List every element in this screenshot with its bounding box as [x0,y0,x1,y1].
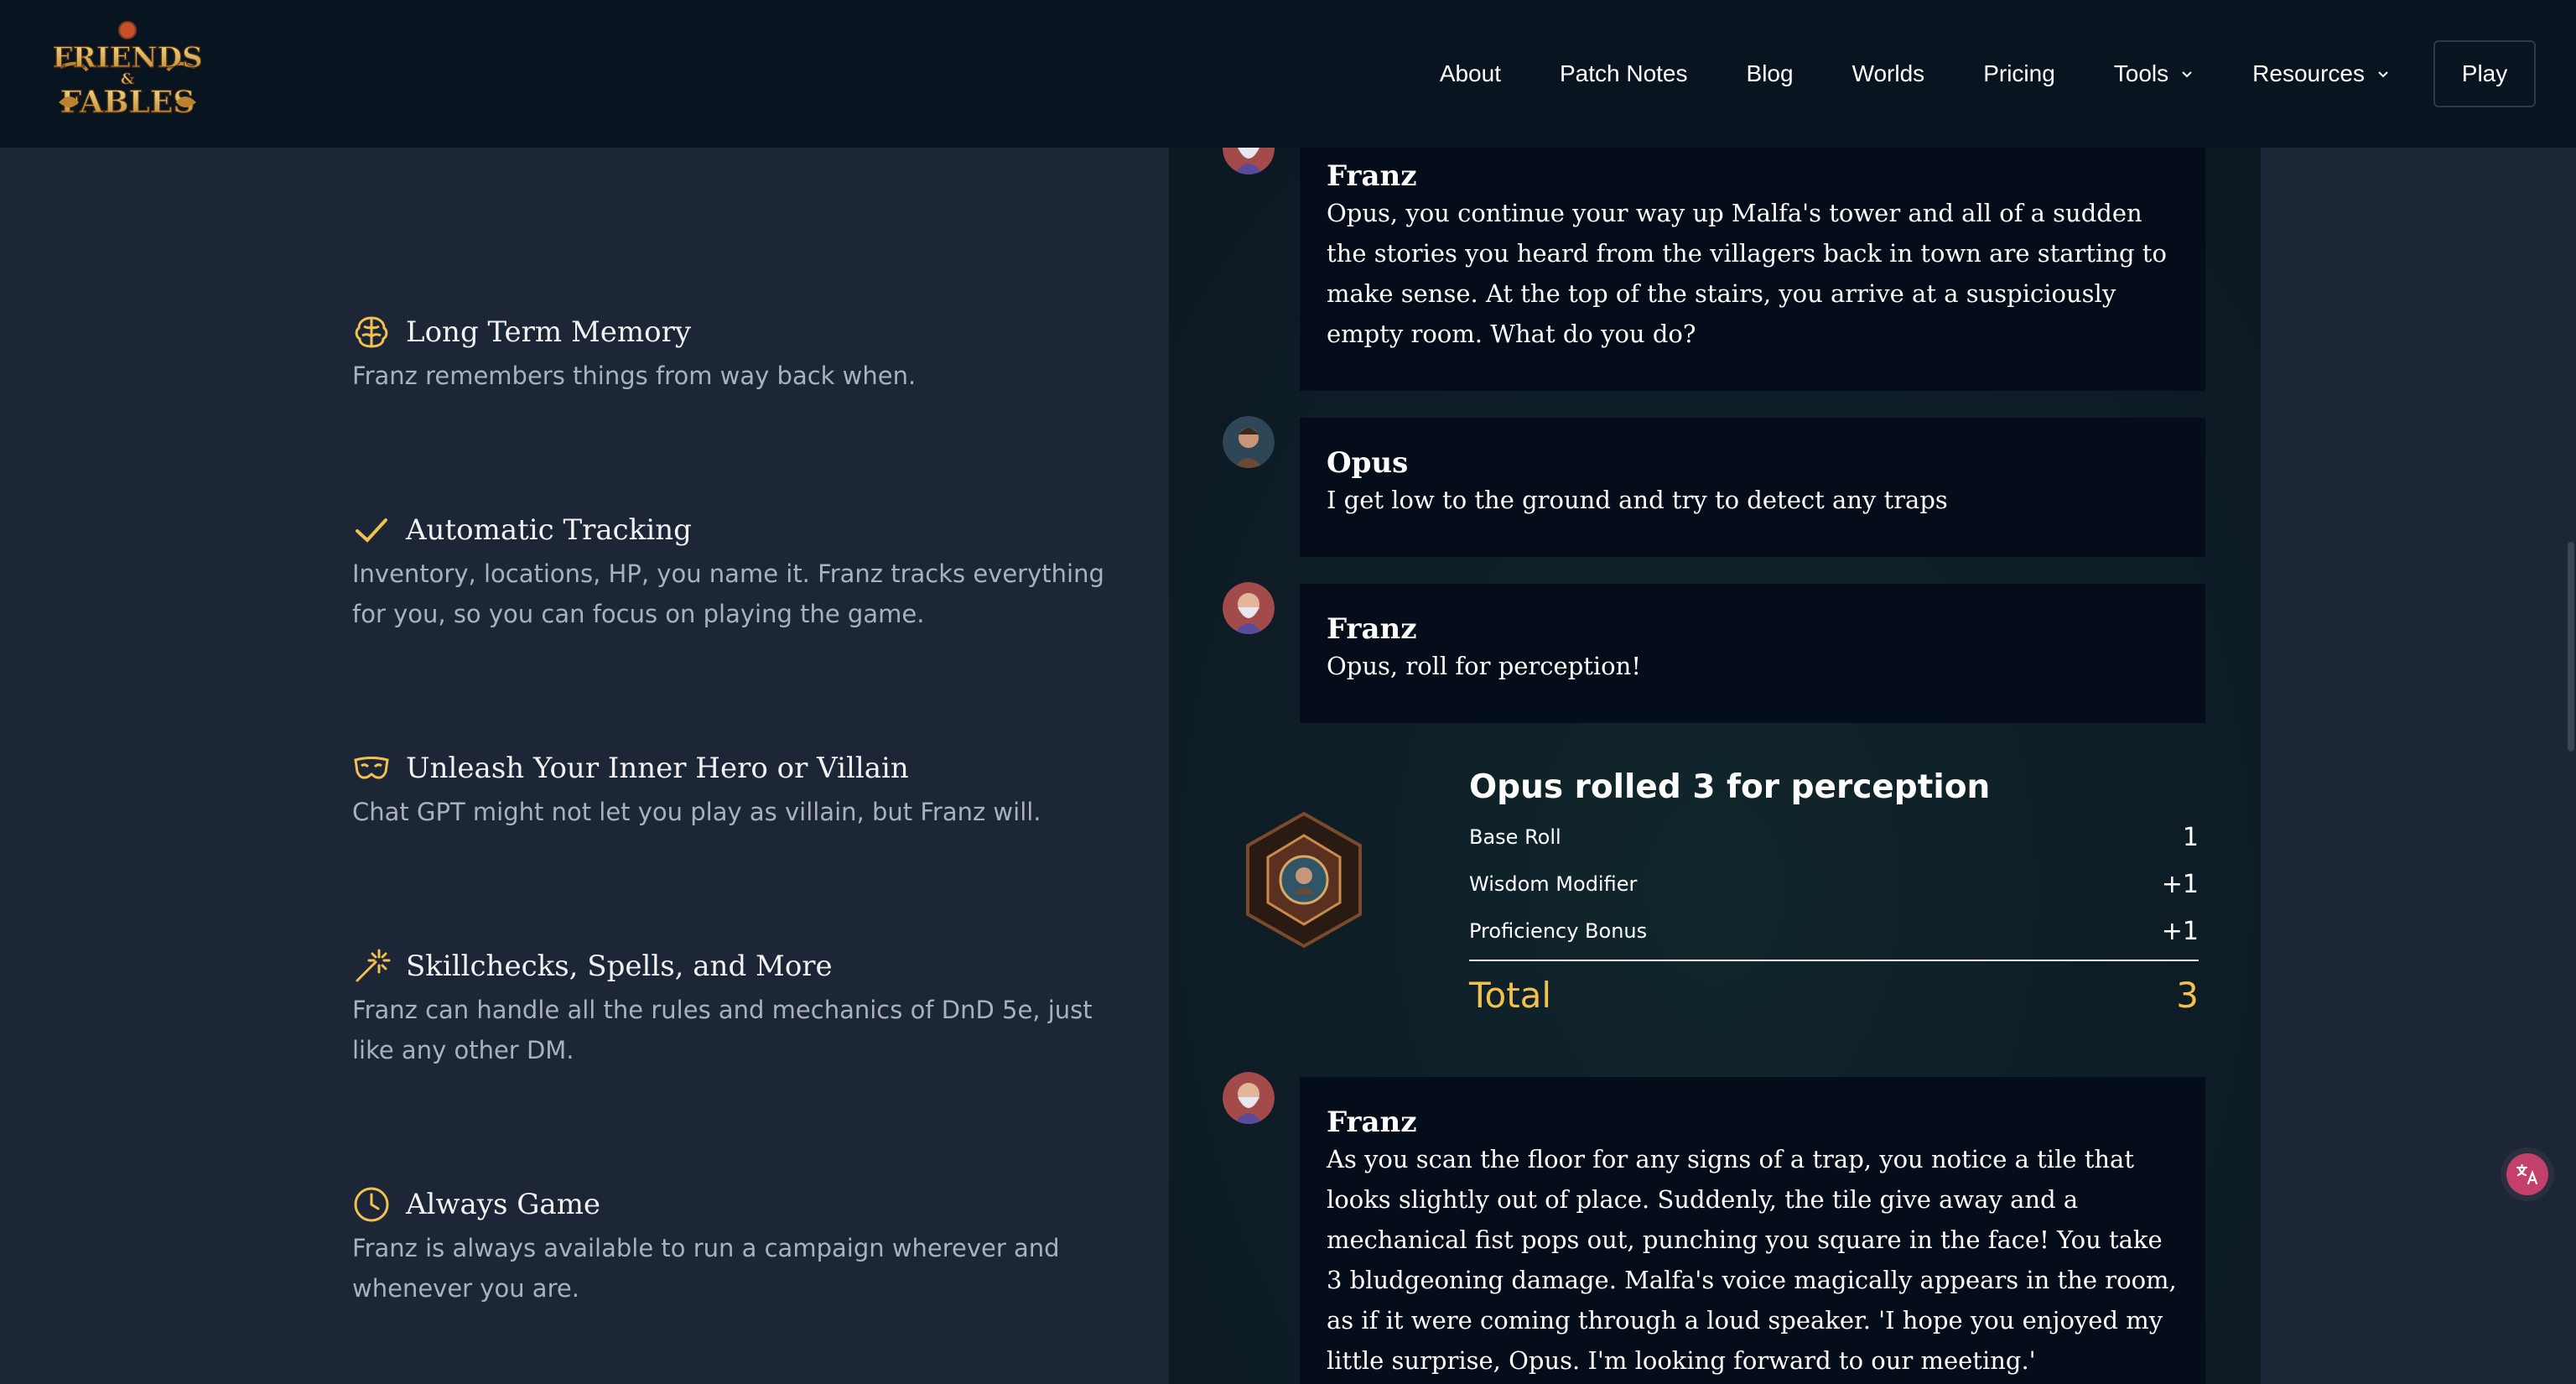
roll-row-label: Wisdom Modifier [1469,872,1638,896]
magic-wand-icon [352,947,391,986]
message-text: As you scan the floor for any signs of a… [1327,1145,2177,1375]
roll-row-value: 1 [2182,822,2199,852]
checkmark-icon [352,511,391,549]
nav-pricing[interactable]: Pricing [1983,60,2055,87]
roll-total: Total 3 [1469,961,2199,1028]
roll-row-base: Base Roll 1 [1469,814,2199,861]
chat-message: Franz Opus, roll for perception! [1300,584,2205,723]
nav-about-label: About [1439,60,1501,86]
message-sender: Franz [1327,1106,1417,1139]
feature-title: Long Term Memory [406,315,692,349]
chat-message: Franz Opus, you continue your way up Mal… [1300,148,2205,391]
feature-title: Always Game [406,1188,601,1221]
feature-description: Franz remembers things from way back whe… [352,362,917,390]
play-button[interactable]: Play [2433,40,2536,107]
feature-title: Unleash Your Inner Hero or Villain [406,752,909,785]
message-sender: Franz [1327,612,1417,646]
franz-avatar [1223,1072,1275,1124]
nav-worlds-label: Worlds [1852,60,1925,86]
mask-icon [352,749,391,788]
nav-about[interactable]: About [1440,60,1501,87]
page-scrollbar[interactable] [2564,148,2576,1384]
top-navbar: FRIENDS & FABLES About Patch Notes Blog … [0,0,2576,148]
nav-worlds[interactable]: Worlds [1852,60,1925,87]
svg-text:FRIENDS: FRIENDS [54,41,201,75]
roll-total-label: Total [1469,974,1552,1016]
clock-icon [352,1185,391,1224]
feature-long-term-memory: Long Term Memory Franz remembers things … [352,309,1107,396]
chat-message: Franz As you scan the floor for any sign… [1300,1077,2205,1384]
message-sender: Franz [1327,159,1417,193]
nav-pricing-label: Pricing [1983,60,2055,86]
nav-patch-notes[interactable]: Patch Notes [1560,60,1688,87]
roll-row-label: Proficiency Bonus [1469,919,1648,943]
chat-message: Opus I get low to the ground and try to … [1300,418,2205,557]
nav-resources-dropdown[interactable]: Resources [2252,60,2390,87]
feature-always-game: Always Game Franz is always available to… [352,1181,1107,1309]
message-sender: Opus [1327,446,1409,480]
feature-skillchecks-spells: Skillchecks, Spells, and More Franz can … [352,943,1107,1070]
nav-patch-notes-label: Patch Notes [1559,60,1688,86]
message-text: Opus, you continue your way up Malfa's t… [1327,199,2167,348]
translate-widget-button[interactable] [2501,1147,2554,1201]
opus-avatar [1223,416,1275,468]
message-text: Opus, roll for perception! [1327,652,1641,680]
brain-icon [352,313,391,351]
roll-row-wisdom: Wisdom Modifier +1 [1469,861,2199,908]
roll-title: Opus rolled 3 for perception [1469,768,1991,806]
nav-blog-label: Blog [1746,60,1794,86]
nav-tools-label: Tools [2113,60,2169,86]
nav-tools-dropdown[interactable]: Tools [2114,60,2194,87]
svg-text:FABLES: FABLES [60,85,195,120]
feature-title: Automatic Tracking [406,513,692,547]
translate-icon [2515,1162,2540,1187]
feature-description: Chat GPT might not let you play as villa… [352,798,1041,826]
roll-row-label: Base Roll [1469,825,1561,849]
feature-description: Franz can handle all the rules and mecha… [352,996,1093,1064]
roll-row-value: +1 [2161,869,2199,899]
feature-description: Franz is always available to run a campa… [352,1234,1060,1303]
chat-demo-panel: Franz Opus, you continue your way up Mal… [1169,122,2261,1384]
feature-title: Skillchecks, Spells, and More [406,950,833,983]
nav-resources-label: Resources [2252,60,2365,86]
roll-row-value: +1 [2161,916,2199,946]
perception-roll-card: Opus rolled 3 for perception Base Roll 1… [1241,768,2199,1016]
scrollbar-thumb[interactable] [2568,542,2574,752]
feature-automatic-tracking: Automatic Tracking Inventory, locations,… [352,507,1107,634]
message-text: I get low to the ground and try to detec… [1327,486,1948,514]
roll-total-value: 3 [2176,974,2199,1016]
d20-die-icon [1241,810,1367,950]
chevron-down-icon [2180,67,2194,81]
feature-inner-hero-villain: Unleash Your Inner Hero or Villain Chat … [352,745,1107,832]
feature-description: Inventory, locations, HP, you name it. F… [352,559,1104,628]
main-nav: About Patch Notes Blog Worlds Pricing To… [1381,40,2536,107]
franz-avatar [1223,582,1275,634]
chevron-down-icon [2376,67,2390,81]
roll-row-proficiency: Proficiency Bonus +1 [1469,908,2199,955]
friends-and-fables-logo[interactable]: FRIENDS & FABLES [54,18,201,126]
nav-blog[interactable]: Blog [1747,60,1794,87]
